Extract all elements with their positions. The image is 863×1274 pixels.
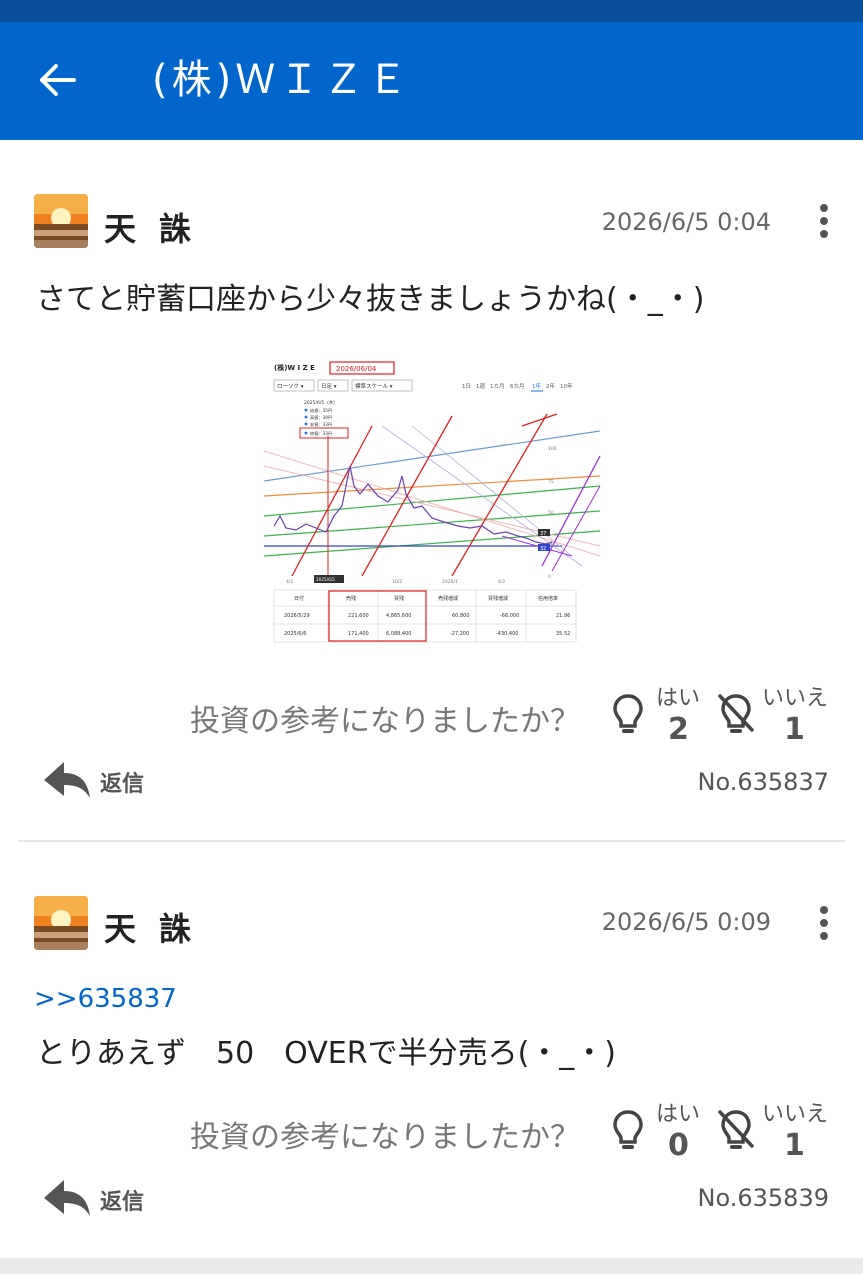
chart-table-cell: -27,200 [450,631,469,637]
chart-table-cell: 221,600 [348,613,369,619]
reply-label: 返信 [100,1190,145,1215]
chart-table-cell: 21.96 [556,613,570,619]
chart-table-cell: 6,088,400 [386,631,411,637]
reply-button[interactable]: 返信 [42,758,162,802]
reply-icon [44,1180,90,1216]
helpful-question: 投資の参考になりましたか？ [190,704,580,739]
chart-x-tick: 4/2 [286,579,293,585]
reply-icon [44,762,90,798]
chart-period-1d: 1日 [462,383,471,390]
chart-x-tick: 2025/6/5 [316,577,335,582]
vote-yes-button[interactable]: はい 0 [610,1096,700,1166]
post: 天 誅 2026/6/5 0:04 さてと貯蓄口座から少々抜きましょうかね(・_… [0,140,863,840]
chart-x-tick: 2026/1 [442,579,458,585]
chart-period-2y: 2年 [546,382,555,390]
chart-table-cell: 171,400 [348,631,369,637]
helpful-question: 投資の参考になりましたか？ [190,1120,580,1155]
reply-anchor-link[interactable]: >>635837 [34,984,177,1014]
chart-x-tick: 10/2 [392,579,402,585]
chart-period-10y: 10年 [560,382,573,390]
page-title: (株)ＷＩＺＥ [152,57,412,103]
post-timestamp: 2026/6/5 0:09 [601,908,771,936]
app-bar: (株)ＷＩＺＥ [0,22,863,140]
lightbulb-off-icon [718,1110,754,1149]
back-button[interactable] [30,58,86,108]
more-vert-icon [810,204,838,238]
chart-legend-close: 終値：33円 [310,430,332,437]
vote-yes-label: はい [656,686,701,711]
avatar[interactable] [34,194,88,248]
bottom-divider [0,1258,863,1274]
chart-period-1w: 1週 [476,382,485,390]
username[interactable]: 天 誅 [104,904,197,950]
vote-yes-button[interactable]: はい 2 [610,680,700,750]
post-number: No.635839 [697,1184,829,1212]
vote-no-label: いいえ [762,686,829,711]
chart-y-tick: 50 [548,510,554,516]
vote-no-count: 1 [784,1128,805,1163]
more-options-button[interactable] [810,202,838,242]
chart-x-tick: 4/2 [498,579,505,585]
chart-period-6m: 6カ月 [510,383,525,390]
chart-table-header: 買残 [394,595,404,602]
chart-legend-date: 2025/6/5（木） [304,399,338,406]
chart-period-1y: 1年 [532,382,541,390]
lightbulb-icon [613,694,643,733]
chart-legend-low: 安値：33円 [310,421,332,428]
vote-yes-label: はい [656,1102,701,1127]
post-timestamp: 2026/6/5 0:04 [601,208,771,236]
chart-table-cell: 4,865,600 [386,613,411,619]
post-number: No.635837 [697,768,829,796]
vote-no-label: いいえ [762,1102,829,1127]
chart-table-header: 売残増減 [438,595,458,602]
reply-button[interactable]: 返信 [42,1176,162,1220]
arrow-left-icon [40,64,76,96]
more-vert-icon [810,906,838,940]
chart-y-tick: 75 [548,479,554,485]
chart-period-1m: 1カ月 [490,383,505,390]
username[interactable]: 天 誅 [104,204,197,250]
chart-price-tag: 32 [540,546,546,552]
stock-chart-image: (株)W I Z E 2026/06/04 ローソク ▾ 日足 ▾ 標準スケール… [263,361,601,643]
status-bar [0,0,863,22]
chart-table-cell: 35.52 [556,631,570,637]
chart-table-cell: -66,000 [500,613,519,619]
post-body: とりあえず 50 OVERで半分売ろ(・_・) [36,1036,616,1071]
chart-table-header: 信用倍率 [538,595,558,602]
chart-image-title: (株)W I Z E [274,363,315,372]
chart-control-candle: ローソク ▾ [277,383,304,390]
chart-control-scale: 標準スケール ▾ [355,382,393,390]
reply-label: 返信 [100,772,145,797]
chart-legend-open: 始値：35円 [310,407,332,414]
post-body: さてと貯蓄口座から少々抜きましょうかね(・_・) [36,282,705,317]
chart-legend-high: 高値：39円 [310,414,332,421]
chart-table-cell: 2025/6/6 [284,631,306,637]
chart-y-tick: 100 [548,446,557,452]
chart-table-header: 買残増減 [488,595,508,602]
lightbulb-off-icon [718,694,754,733]
vote-yes-count: 2 [668,712,689,747]
chart-table-cell: -430,400 [496,631,518,637]
attached-image[interactable]: (株)W I Z E 2026/06/04 ローソク ▾ 日足 ▾ 標準スケール… [262,356,604,646]
vote-no-count: 1 [784,712,805,747]
chart-price-tag: 37 [540,531,546,537]
chart-control-interval: 日足 ▾ [321,383,337,390]
chart-table-header: 日付 [294,595,304,602]
vote-no-button[interactable]: いいえ 1 [716,680,834,750]
avatar[interactable] [34,896,88,950]
chart-table-header: 売残 [346,595,356,602]
chart-date-box: 2026/06/04 [336,365,377,373]
chart-y-tick: 0 [548,574,551,580]
vote-yes-count: 0 [668,1128,689,1163]
more-options-button[interactable] [810,904,838,944]
lightbulb-icon [613,1110,643,1149]
vote-no-button[interactable]: いいえ 1 [716,1096,834,1166]
post: 天 誅 2026/6/5 0:09 >>635837 とりあえず 50 OVER… [0,842,863,1256]
chart-table-cell: 2026/5/29 [284,613,310,619]
chart-table-cell: 60,800 [452,613,470,619]
